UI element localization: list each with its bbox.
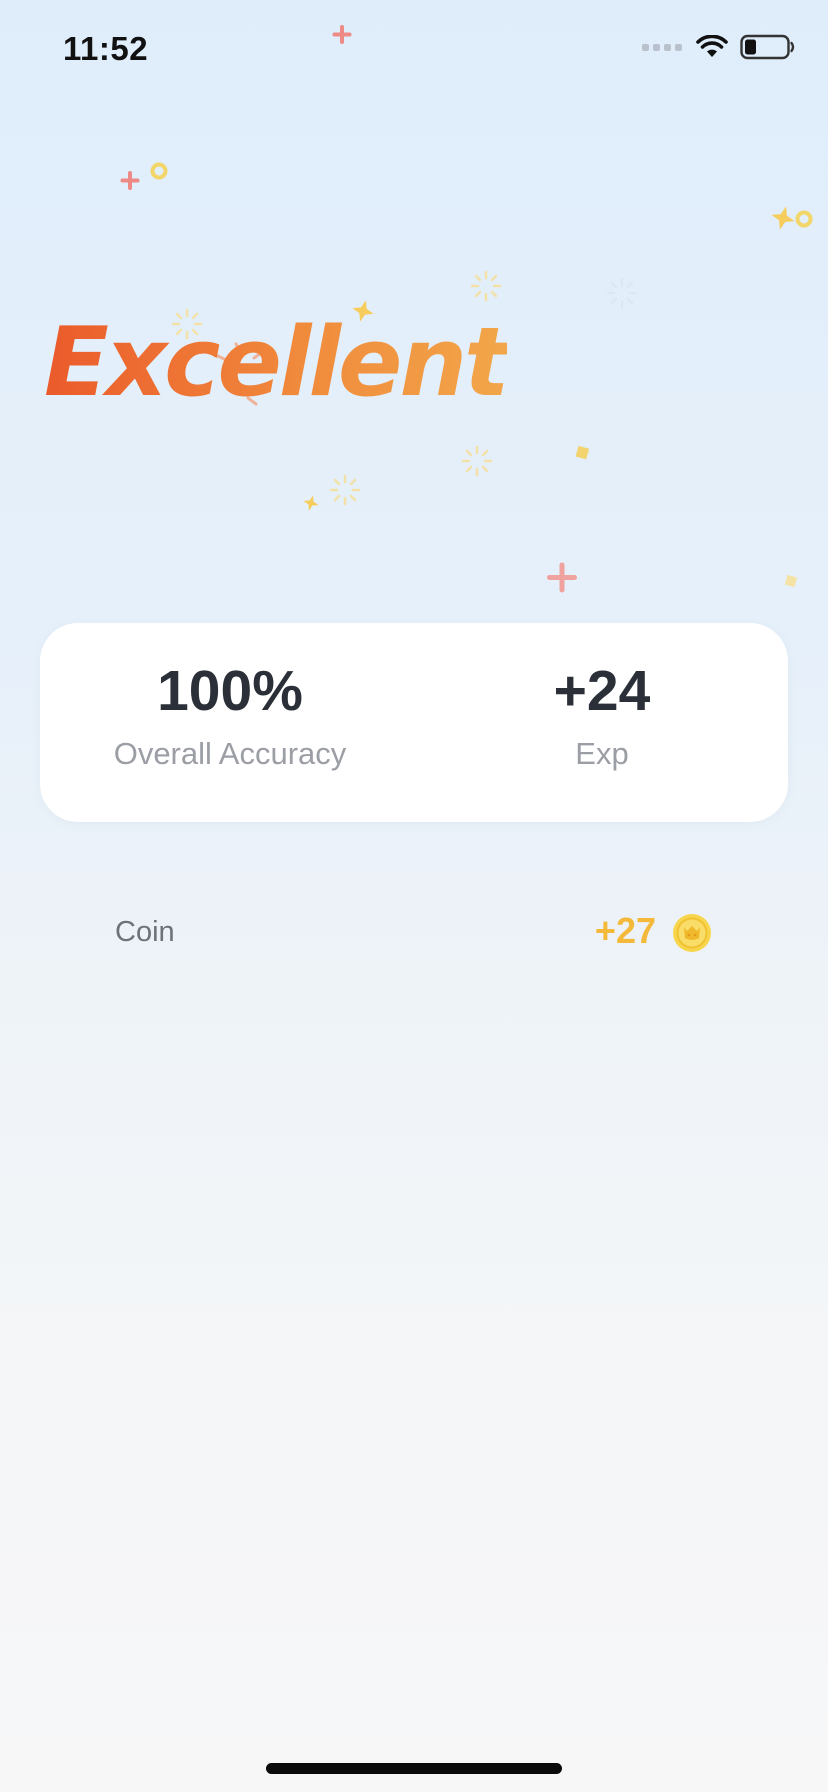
star-icon bbox=[303, 495, 319, 511]
coin-amount: +27 bbox=[594, 910, 656, 951]
exp-label: Exp bbox=[575, 736, 629, 771]
diamond-icon bbox=[784, 574, 798, 588]
status-icons bbox=[642, 34, 796, 60]
stats-card: 100% Overall Accuracy +24 Exp bbox=[40, 623, 788, 822]
exp-stat: +24 Exp bbox=[442, 659, 762, 771]
ring-icon bbox=[795, 210, 813, 228]
cellular-signal-icon bbox=[642, 43, 682, 51]
sparkle-icon bbox=[547, 562, 577, 593]
burst-icon bbox=[470, 270, 502, 302]
battery-icon bbox=[740, 34, 795, 60]
accuracy-label: Overall Accuracy bbox=[113, 736, 347, 771]
burst-icon bbox=[461, 445, 493, 477]
coin-label: Coin bbox=[115, 916, 175, 948]
status-bar: 11:52 bbox=[0, 0, 828, 100]
burst-icon bbox=[606, 277, 638, 309]
exp-value: +24 bbox=[553, 659, 651, 723]
diamond-icon bbox=[575, 445, 590, 460]
coin-reward-row: Coin +27 bbox=[0, 900, 828, 966]
burst-icon bbox=[329, 474, 361, 506]
accuracy-stat: 100% Overall Accuracy bbox=[70, 659, 390, 771]
status-time: 11:52 bbox=[63, 30, 149, 67]
star-icon bbox=[771, 206, 795, 230]
coin-icon bbox=[673, 914, 711, 952]
sparkle-icon bbox=[120, 171, 140, 190]
result-headline: Excellent bbox=[44, 308, 510, 418]
accuracy-value: 100% bbox=[157, 659, 303, 723]
wifi-icon bbox=[696, 35, 728, 57]
home-indicator[interactable] bbox=[266, 1763, 562, 1774]
ring-icon bbox=[150, 162, 168, 180]
